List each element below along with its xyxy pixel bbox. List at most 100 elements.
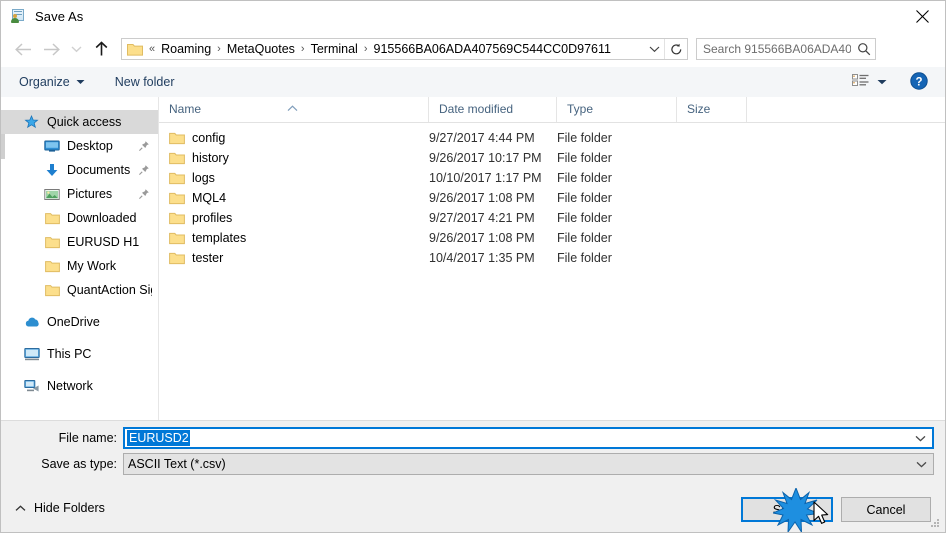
breadcrumb-item[interactable]: Roaming (159, 42, 213, 56)
chevron-down-icon (71, 46, 81, 53)
change-view-button[interactable] (848, 70, 891, 94)
cancel-button[interactable]: Cancel (841, 497, 931, 522)
column-headers: Name Date modified Type Size (159, 97, 945, 123)
save-as-type-row: Save as type: ASCII Text (*.csv) (1, 453, 945, 475)
search-input[interactable] (697, 39, 853, 59)
chevron-down-icon[interactable] (915, 429, 926, 447)
file-name-cell: config (159, 131, 429, 145)
file-name-input[interactable]: EURUSD2 (123, 427, 934, 449)
new-folder-label: New folder (114, 75, 175, 89)
table-row[interactable]: profiles 9/27/2017 4:21 PM File folder (159, 208, 945, 228)
sidebar-item-label: My Work (67, 259, 117, 273)
file-type-cell: File folder (557, 131, 612, 145)
address-bar[interactable]: « Roaming › MetaQuotes › Terminal › 9155… (121, 38, 688, 60)
hide-folders-label: Hide Folders (34, 501, 105, 515)
recent-locations-button[interactable] (65, 35, 87, 63)
sidebar-item-label: Network (47, 379, 93, 393)
save-as-dialog: Save As « Roaming › MetaQuotes › Termina… (0, 0, 946, 533)
arrow-left-icon (14, 42, 31, 56)
sidebar-item-label: Desktop (67, 139, 113, 153)
forward-button[interactable] (37, 35, 65, 63)
file-name: config (192, 131, 226, 145)
table-row[interactable]: templates 9/26/2017 1:08 PM File folder (159, 228, 945, 248)
table-row[interactable]: config 9/27/2017 4:44 PM File folder (159, 128, 945, 148)
sidebar-item-network[interactable]: Network (1, 374, 158, 398)
breadcrumb-separator[interactable]: › (297, 43, 309, 55)
breadcrumb-overflow[interactable]: « (145, 43, 159, 55)
sidebar-item-eurusd-h1[interactable]: EURUSD H1 (1, 230, 158, 254)
sidebar-item-quantaction-signal[interactable]: QuantAction Signal (1, 278, 158, 302)
sidebar-item-my-work[interactable]: My Work (1, 254, 158, 278)
file-date-cell: 9/27/2017 4:21 PM (429, 211, 535, 225)
hide-folders-button[interactable]: Hide Folders (15, 501, 105, 515)
dialog-footer: Hide Folders Save Cancel (1, 486, 945, 532)
breadcrumb-item[interactable]: MetaQuotes (225, 42, 297, 56)
breadcrumb-item[interactable]: 915566BA06ADA407569C544CC0D97611 (372, 42, 613, 56)
table-row[interactable]: MQL4 9/26/2017 1:08 PM File folder (159, 188, 945, 208)
sidebar-item-documents[interactable]: Documents (1, 158, 158, 182)
new-folder-button[interactable]: New folder (107, 70, 183, 94)
sidebar-item-label: OneDrive (47, 315, 100, 329)
pin-icon (138, 188, 152, 200)
sidebar-item-downloaded[interactable]: Downloaded (1, 206, 158, 230)
arrow-up-icon (95, 41, 107, 56)
address-dropdown-icon[interactable] (644, 39, 664, 59)
folder-icon (43, 234, 61, 250)
breadcrumb-separator[interactable]: › (213, 43, 225, 55)
file-name-label: File name: (58, 431, 117, 445)
folder-icon (43, 282, 61, 298)
breadcrumb-separator[interactable]: › (360, 43, 372, 55)
save-as-type-select[interactable]: ASCII Text (*.csv) (123, 453, 934, 475)
file-type-cell: File folder (557, 151, 612, 165)
sidebar-item-onedrive[interactable]: OneDrive (1, 310, 158, 334)
table-row[interactable]: history 9/26/2017 10:17 PM File folder (159, 148, 945, 168)
sort-ascending-icon (287, 97, 298, 112)
file-name: tester (192, 251, 224, 265)
sidebar-item-pictures[interactable]: Pictures (1, 182, 158, 206)
organize-button[interactable]: Organize (11, 70, 93, 94)
help-question-icon: ? (910, 71, 928, 93)
sidebar-item-this-pc[interactable]: This PC (1, 342, 158, 366)
folder-icon (169, 132, 185, 145)
back-button[interactable] (9, 35, 37, 63)
chevron-down-icon[interactable] (916, 454, 927, 474)
file-list-pane: Name Date modified Type Size config 9/27… (159, 97, 945, 420)
up-one-level-button[interactable] (87, 35, 115, 63)
command-bar-right: ? (848, 70, 945, 94)
search-box[interactable] (696, 38, 876, 60)
file-date-cell: 9/26/2017 1:08 PM (429, 191, 535, 205)
folder-icon (43, 210, 61, 226)
cancel-button-label: Cancel (866, 502, 906, 517)
save-button-label: Save (772, 502, 802, 517)
sidebar-item-quick-access[interactable]: Quick access (1, 110, 158, 134)
this-pc-icon (23, 346, 41, 362)
file-date-cell: 9/26/2017 10:17 PM (429, 151, 542, 165)
desktop-monitor-icon (43, 138, 61, 154)
column-header-size[interactable]: Size (677, 97, 747, 122)
table-row[interactable]: tester 10/4/2017 1:35 PM File folder (159, 248, 945, 268)
column-header-type[interactable]: Type (557, 97, 677, 122)
dialog-content: Quick access Desktop Documents Pictures … (1, 97, 945, 420)
file-name-cell: profiles (159, 211, 429, 225)
close-icon[interactable] (899, 1, 945, 31)
table-row[interactable]: logs 10/10/2017 1:17 PM File folder (159, 168, 945, 188)
network-icon (23, 378, 41, 394)
save-as-type-label: Save as type: (41, 457, 117, 471)
svg-text:?: ? (915, 76, 922, 88)
column-header-date-modified[interactable]: Date modified (429, 97, 557, 122)
sidebar-item-desktop[interactable]: Desktop (1, 134, 158, 158)
refresh-icon[interactable] (664, 39, 687, 59)
search-icon[interactable] (853, 39, 875, 59)
breadcrumb-item[interactable]: Terminal (309, 42, 360, 56)
file-name: logs (192, 171, 215, 185)
resize-grip[interactable] (929, 517, 941, 529)
help-button[interactable]: ? (905, 70, 933, 94)
organize-label: Organize (19, 75, 70, 89)
folder-icon (169, 152, 185, 165)
save-button[interactable]: Save (741, 497, 833, 522)
column-header-name[interactable]: Name (159, 97, 429, 122)
file-date-cell: 9/26/2017 1:08 PM (429, 231, 535, 245)
file-name-cell: MQL4 (159, 191, 429, 205)
file-date-cell: 10/4/2017 1:35 PM (429, 251, 535, 265)
